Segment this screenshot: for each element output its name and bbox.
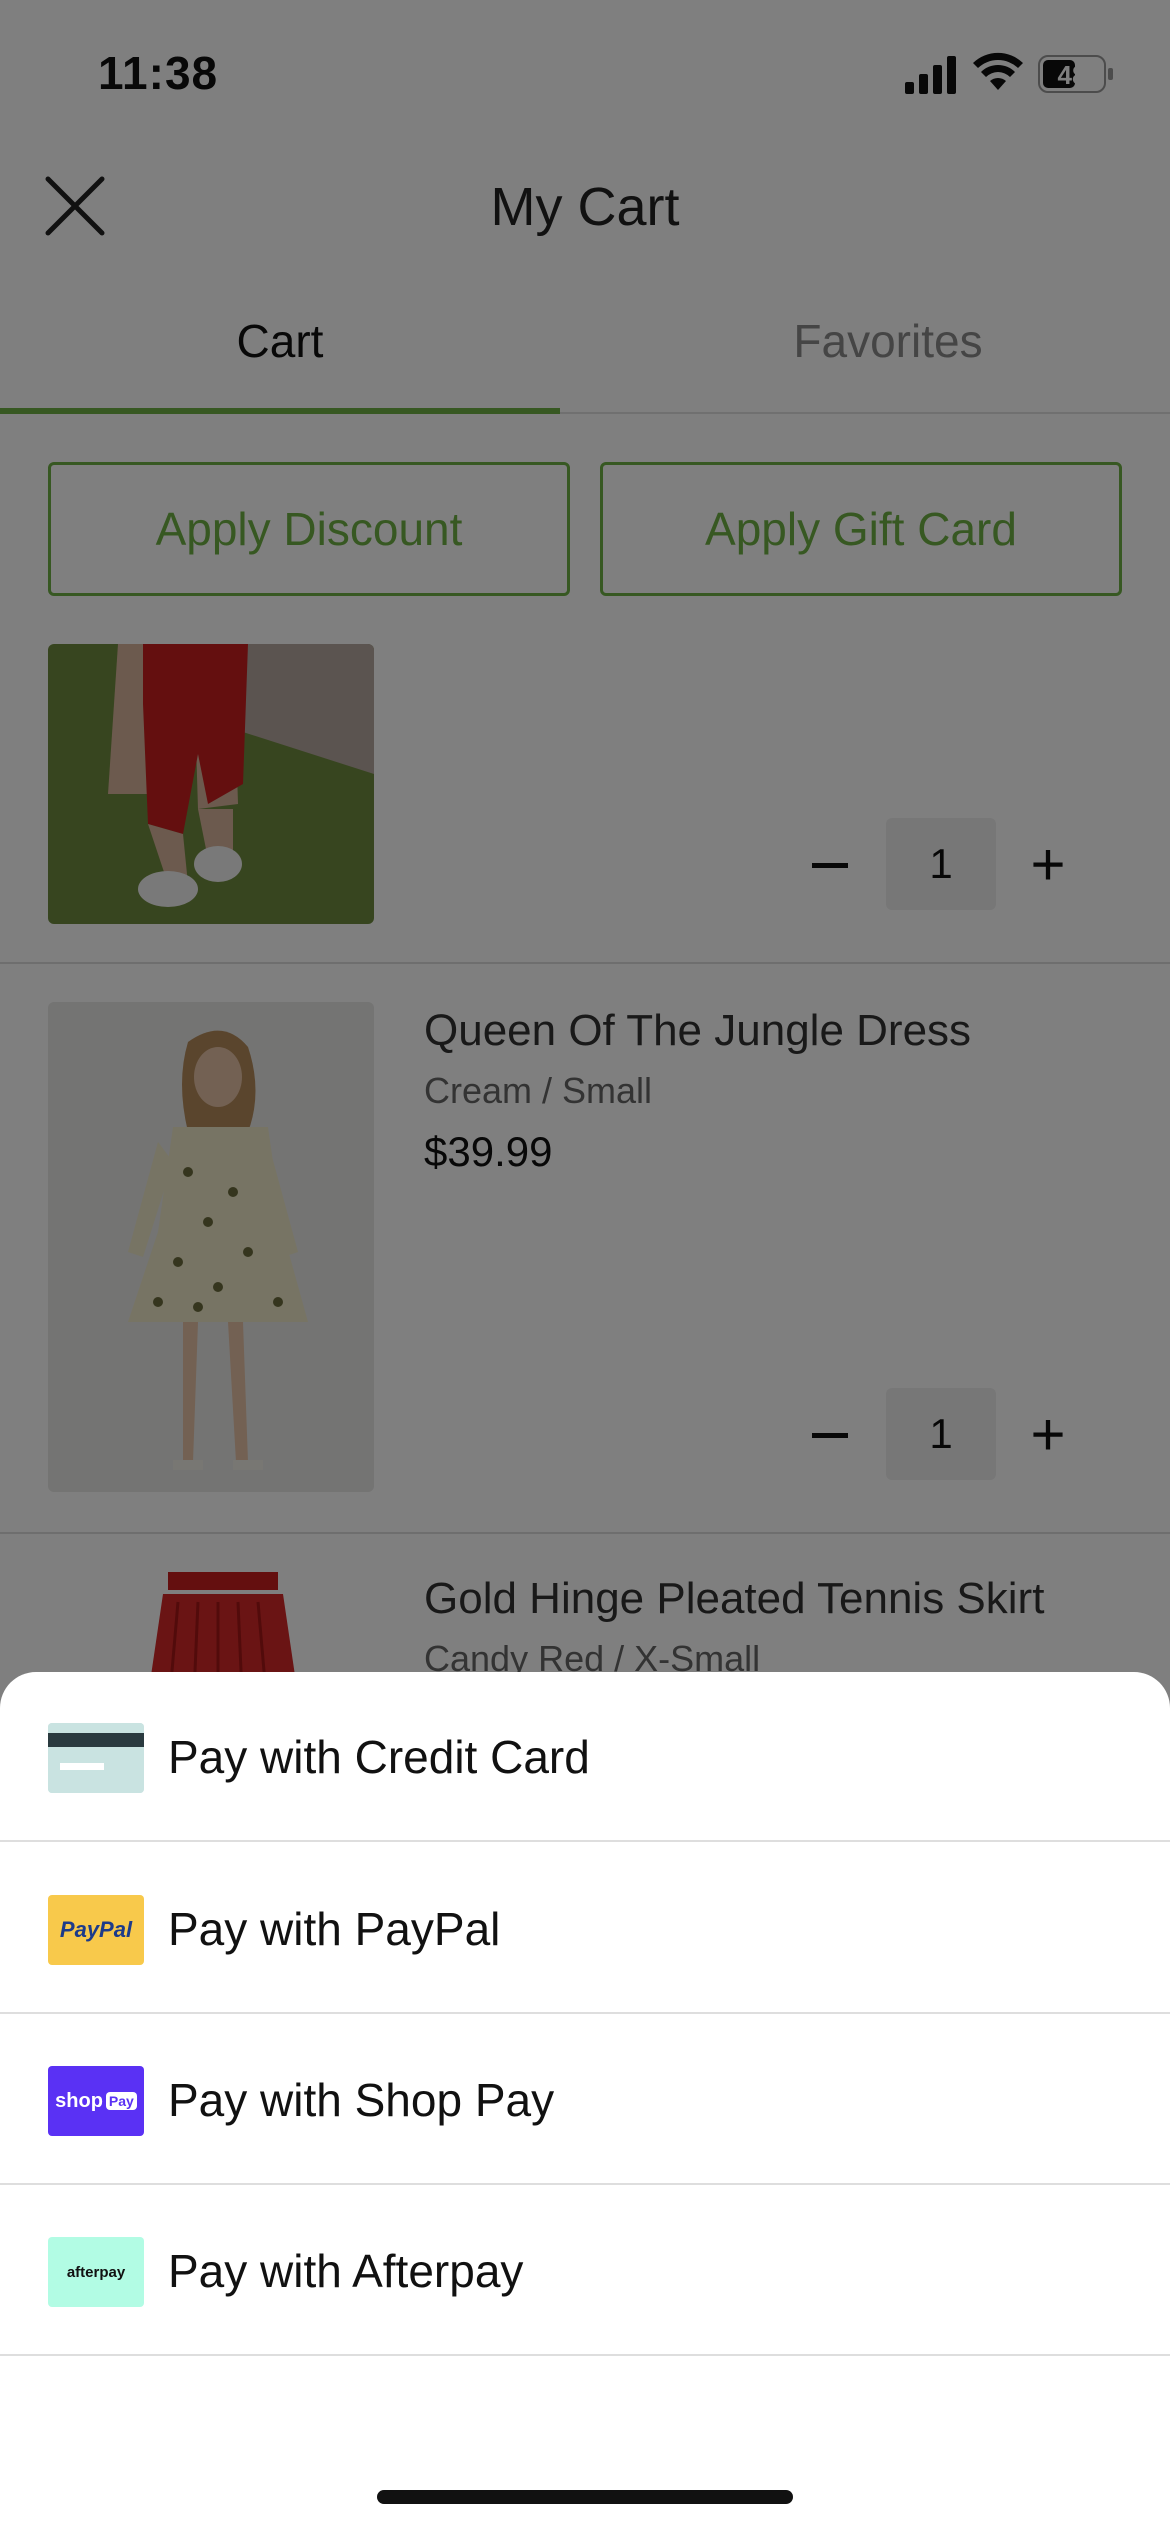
pay-paypal-label: Pay with PayPal (168, 1903, 501, 1955)
afterpay-logo: afterpay (48, 2237, 144, 2307)
shop-pay-logo: shop Pay (48, 2066, 144, 2136)
paypal-logo-text: PayPal (59, 1917, 133, 1942)
paypal-logo: PayPal (48, 1895, 144, 1965)
pay-afterpay-label: Pay with Afterpay (168, 2245, 524, 2297)
pay-paypal-option[interactable]: PayPal Pay with PayPal (0, 1844, 1170, 2014)
pay-shop-pay-option[interactable]: shop Pay Pay with Shop Pay (0, 2015, 1170, 2185)
pay-credit-card-label: Pay with Credit Card (168, 1731, 590, 1783)
home-indicator[interactable] (377, 2490, 793, 2504)
shop-pay-logo-text: shop (55, 2089, 103, 2112)
pay-credit-card-option[interactable]: Pay with Credit Card (0, 1672, 1170, 1842)
payment-options-sheet: Pay with Credit Card PayPal Pay with Pay… (0, 1672, 1170, 2532)
pay-afterpay-option[interactable]: afterpay Pay with Afterpay (0, 2186, 1170, 2356)
credit-card-icon (48, 1723, 144, 1793)
afterpay-logo-text: afterpay (66, 2263, 126, 2281)
shop-pay-logo-badge: Pay (105, 2092, 137, 2110)
pay-shop-pay-label: Pay with Shop Pay (168, 2074, 555, 2126)
